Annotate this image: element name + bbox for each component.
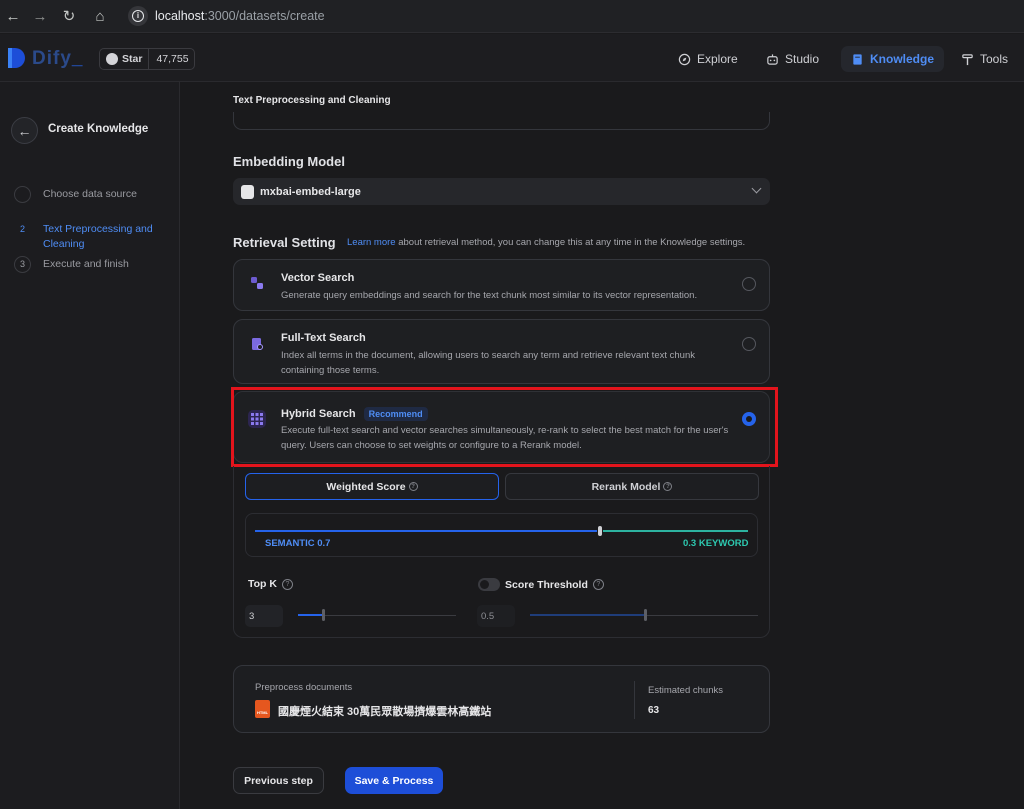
step-done-marker	[14, 186, 31, 203]
document-name: 國慶煙火結束 30萬民眾散場擠爆雲林高鐵站	[278, 706, 492, 718]
back-arrow-icon[interactable]: ←	[2, 5, 24, 27]
keyword-weight-bar	[603, 530, 748, 532]
weight-slider-handle[interactable]	[598, 526, 602, 536]
option-full-text-search[interactable]: Full-Text Search Index all terms in the …	[233, 319, 770, 384]
help-icon[interactable]: ?	[592, 579, 604, 590]
score-threshold-label: Score Threshold?	[478, 578, 604, 591]
option-description: Index all terms in the document, allowin…	[281, 350, 695, 376]
option-title: Full-Text Search	[281, 332, 366, 344]
radio-vector-search[interactable]	[742, 277, 756, 291]
nav-knowledge[interactable]: Knowledge	[841, 46, 945, 72]
top-k-slider-fill	[298, 614, 322, 616]
highlight-annotation	[231, 387, 778, 467]
step-label: Execute and finish	[43, 258, 129, 270]
radio-full-text-search[interactable]	[742, 337, 756, 351]
summary-divider	[634, 681, 635, 719]
preprocess-summary	[233, 665, 770, 733]
arrow-left-icon: ←	[17, 122, 32, 139]
vector-search-icon	[248, 274, 266, 292]
star-label: Star	[122, 53, 143, 65]
help-icon[interactable]: ?	[408, 482, 418, 491]
dify-logo-icon[interactable]	[6, 46, 28, 70]
step-execute-finish: 3 Execute and finish	[14, 256, 174, 273]
embedding-model-value: mxbai-embed-large	[260, 185, 361, 198]
retrieval-setting-heading: Retrieval Setting	[233, 235, 336, 250]
forward-arrow-icon[interactable]: →	[29, 5, 51, 27]
top-k-input[interactable]: 3	[245, 605, 283, 627]
nav-studio[interactable]: Studio	[756, 46, 829, 72]
tab-rerank-model[interactable]: Rerank Model?	[505, 473, 759, 500]
ollama-icon	[241, 184, 254, 199]
nav-tools[interactable]: Tools	[951, 46, 1018, 72]
dify-logo-text[interactable]: Dify_	[32, 48, 83, 70]
step-text-preprocessing[interactable]: 2 Text Preprocessing and Cleaning	[14, 221, 174, 252]
compass-icon	[678, 53, 691, 65]
site-info-icon[interactable]: i	[128, 6, 148, 26]
step-choose-source[interactable]: Choose data source	[14, 186, 174, 203]
browser-toolbar: ← → ↻ ⌂ i localhost:3000/datasets/create	[0, 0, 1024, 33]
semantic-weight-bar	[255, 530, 597, 532]
option-vector-search[interactable]: Vector Search Generate query embeddings …	[233, 259, 770, 311]
nav-explore[interactable]: Explore	[668, 46, 748, 72]
weight-slider-box	[245, 513, 758, 557]
star-count: 47,755	[156, 53, 189, 65]
embedding-model-select[interactable]: mxbai-embed-large	[233, 178, 770, 205]
semantic-weight-label: SEMANTIC 0.7	[265, 538, 331, 549]
previous-step-button[interactable]: Previous step	[233, 767, 324, 794]
robot-icon	[767, 53, 778, 65]
estimated-chunks-label: Estimated chunks	[648, 685, 723, 696]
github-star-badge[interactable]: Star 47,755	[99, 48, 195, 70]
learn-more-link[interactable]: Learn more	[347, 237, 396, 248]
preprocess-label: Preprocess documents	[255, 682, 353, 693]
back-button[interactable]: ←	[11, 117, 38, 144]
score-threshold-slider-fill	[530, 614, 644, 616]
document-search-icon	[248, 335, 266, 353]
keyword-weight-label: 0.3 KEYWORD	[683, 538, 749, 549]
tab-weighted-score[interactable]: Weighted Score?	[245, 473, 499, 500]
section-title: Text Preprocessing and Cleaning	[233, 95, 391, 106]
estimated-chunks-value: 63	[648, 705, 660, 716]
reload-icon[interactable]: ↻	[58, 5, 80, 27]
option-title: Vector Search	[281, 272, 355, 284]
embedding-model-heading: Embedding Model	[233, 154, 345, 169]
hammer-icon	[962, 53, 973, 65]
step-number: 3	[14, 256, 31, 273]
github-icon	[106, 53, 118, 65]
score-threshold-input[interactable]: 0.5	[477, 605, 515, 627]
retrieval-note: Learn more about retrieval method, you c…	[347, 237, 746, 248]
option-description: Generate query embeddings and search for…	[281, 290, 698, 301]
top-k-label: Top K?	[248, 578, 293, 590]
book-icon	[853, 53, 862, 65]
help-icon[interactable]: ?	[663, 482, 673, 491]
help-icon[interactable]: ?	[281, 578, 293, 590]
step-number: 2	[19, 224, 25, 234]
home-icon[interactable]: ⌂	[89, 5, 111, 27]
score-threshold-slider-handle[interactable]	[644, 609, 647, 621]
segmentation-panel-edge	[233, 112, 770, 130]
html-file-icon: HTML	[255, 700, 270, 718]
save-process-button[interactable]: Save & Process	[345, 767, 443, 794]
top-k-slider-handle[interactable]	[322, 609, 325, 621]
step-label: Text Preprocessing and Cleaning	[43, 223, 153, 250]
step-label: Choose data source	[43, 188, 137, 200]
sidebar-title: Create Knowledge	[48, 123, 149, 135]
chevron-down-icon	[751, 183, 762, 194]
address-bar[interactable]: localhost:3000/datasets/create	[155, 9, 325, 23]
score-threshold-toggle[interactable]	[478, 578, 500, 591]
